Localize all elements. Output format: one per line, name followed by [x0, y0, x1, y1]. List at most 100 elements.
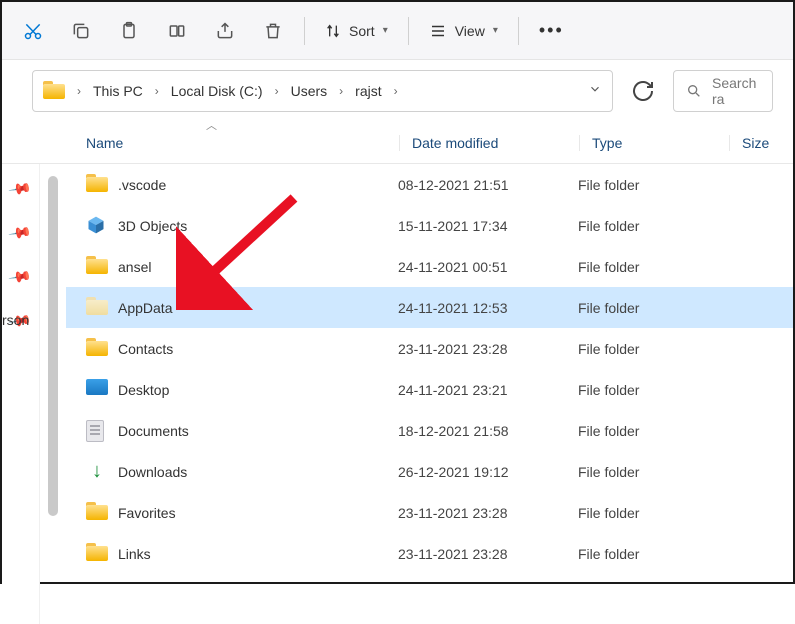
copy-button[interactable]: [58, 8, 104, 54]
file-date: 26-12-2021 19:12: [398, 464, 578, 480]
file-name: Documents: [118, 423, 398, 439]
file-type: File folder: [578, 505, 728, 521]
folder-faded-icon: [86, 297, 108, 319]
file-row[interactable]: Links23-11-2021 23:28File folder: [66, 533, 793, 574]
file-row[interactable]: .vscode08-12-2021 21:51File folder: [66, 164, 793, 205]
breadcrumb-segment[interactable]: Local Disk (C:): [167, 81, 267, 101]
file-name: Desktop: [118, 382, 398, 398]
chevron-right-icon[interactable]: ›: [73, 84, 85, 98]
file-type: File folder: [578, 300, 728, 316]
toolbar-separator: [408, 17, 409, 45]
view-label: View: [455, 23, 485, 39]
column-date[interactable]: Date modified: [399, 135, 579, 151]
toolbar: Sort ▾ View ▾ •••: [2, 2, 793, 60]
cut-button[interactable]: [10, 8, 56, 54]
file-type: File folder: [578, 423, 728, 439]
chevron-right-icon[interactable]: ›: [335, 84, 347, 98]
file-date: 24-11-2021 12:53: [398, 300, 578, 316]
file-type: File folder: [578, 546, 728, 562]
pin-icon[interactable]: 📌: [8, 264, 34, 289]
folder-icon: [86, 502, 108, 524]
file-date: 24-11-2021 00:51: [398, 259, 578, 275]
cube-icon: [86, 215, 108, 237]
download-icon: ↓: [86, 461, 108, 483]
file-row[interactable]: ansel24-11-2021 00:51File folder: [66, 246, 793, 287]
search-icon: [686, 83, 702, 99]
column-headers: ︿ Name Date modified Type Size: [2, 122, 793, 164]
file-type: File folder: [578, 177, 728, 193]
file-date: 24-11-2021 23:21: [398, 382, 578, 398]
file-type: File folder: [578, 218, 728, 234]
view-dropdown[interactable]: View ▾: [417, 22, 510, 40]
chevron-down-icon: ▾: [493, 25, 498, 36]
sort-indicator-icon: ︿: [206, 117, 217, 133]
sidebar-partial-label[interactable]: rson: [2, 312, 29, 328]
file-row[interactable]: Documents18-12-2021 21:58File folder: [66, 410, 793, 451]
file-name: Favorites: [118, 505, 398, 521]
chevron-right-icon[interactable]: ›: [271, 84, 283, 98]
file-date: 23-11-2021 23:28: [398, 505, 578, 521]
refresh-button[interactable]: [631, 79, 655, 103]
more-button[interactable]: •••: [527, 20, 576, 41]
pin-icon[interactable]: 📌: [8, 220, 34, 245]
rename-button[interactable]: [154, 8, 200, 54]
toolbar-separator: [518, 17, 519, 45]
file-type: File folder: [578, 259, 728, 275]
sort-label: Sort: [349, 23, 375, 39]
column-type[interactable]: Type: [579, 135, 729, 151]
delete-button[interactable]: [250, 8, 296, 54]
chevron-down-icon: ▾: [383, 25, 388, 36]
pin-icon[interactable]: 📌: [8, 176, 34, 201]
history-dropdown[interactable]: [588, 82, 602, 101]
scrollbar[interactable]: [48, 176, 58, 516]
chevron-right-icon[interactable]: ›: [151, 84, 163, 98]
desktop-icon: [86, 379, 108, 401]
sidebar: 📌 📌 📌 📌 rson: [2, 164, 40, 624]
file-name: AppData: [118, 300, 398, 316]
paste-button[interactable]: [106, 8, 152, 54]
file-type: File folder: [578, 382, 728, 398]
file-name: .vscode: [118, 177, 398, 193]
search-input[interactable]: Search ra: [673, 70, 773, 112]
file-name: 3D Objects: [118, 218, 398, 234]
file-row[interactable]: Desktop24-11-2021 23:21File folder: [66, 369, 793, 410]
folder-icon: [86, 543, 108, 565]
file-name: ansel: [118, 259, 398, 275]
share-button[interactable]: [202, 8, 248, 54]
file-type: File folder: [578, 464, 728, 480]
list-area: 📌 📌 📌 📌 rson .vscode08-12-2021 21:51File…: [2, 164, 793, 624]
chevron-right-icon[interactable]: ›: [390, 84, 402, 98]
file-date: 23-11-2021 23:28: [398, 341, 578, 357]
toolbar-separator: [304, 17, 305, 45]
folder-icon: [43, 81, 63, 101]
folder-icon: [86, 338, 108, 360]
folder-icon: [86, 174, 108, 196]
nav-row: › This PC › Local Disk (C:) › Users › ra…: [2, 60, 793, 122]
file-row[interactable]: AppData24-11-2021 12:53File folder: [66, 287, 793, 328]
column-size[interactable]: Size: [729, 135, 769, 151]
file-row[interactable]: ↓ Downloads26-12-2021 19:12File folder: [66, 451, 793, 492]
breadcrumb-segment[interactable]: This PC: [89, 81, 147, 101]
file-list: .vscode08-12-2021 21:51File folder3D Obj…: [66, 164, 793, 624]
view-icon: [429, 22, 447, 40]
search-placeholder: Search ra: [712, 75, 760, 107]
file-type: File folder: [578, 341, 728, 357]
column-name[interactable]: ︿ Name: [86, 135, 399, 151]
file-date: 18-12-2021 21:58: [398, 423, 578, 439]
file-date: 23-11-2021 23:28: [398, 546, 578, 562]
sort-icon: [325, 23, 341, 39]
breadcrumb-segment[interactable]: Users: [287, 81, 332, 101]
sort-dropdown[interactable]: Sort ▾: [313, 23, 400, 39]
file-name: Contacts: [118, 341, 398, 357]
file-name: Downloads: [118, 464, 398, 480]
file-name: Links: [118, 546, 398, 562]
folder-icon: [86, 256, 108, 278]
breadcrumb-segment[interactable]: rajst: [351, 81, 385, 101]
file-row[interactable]: Favorites23-11-2021 23:28File folder: [66, 492, 793, 533]
file-date: 15-11-2021 17:34: [398, 218, 578, 234]
file-date: 08-12-2021 21:51: [398, 177, 578, 193]
file-row[interactable]: Contacts23-11-2021 23:28File folder: [66, 328, 793, 369]
file-row[interactable]: 3D Objects15-11-2021 17:34File folder: [66, 205, 793, 246]
document-icon: [86, 420, 108, 442]
breadcrumb[interactable]: › This PC › Local Disk (C:) › Users › ra…: [32, 70, 613, 112]
